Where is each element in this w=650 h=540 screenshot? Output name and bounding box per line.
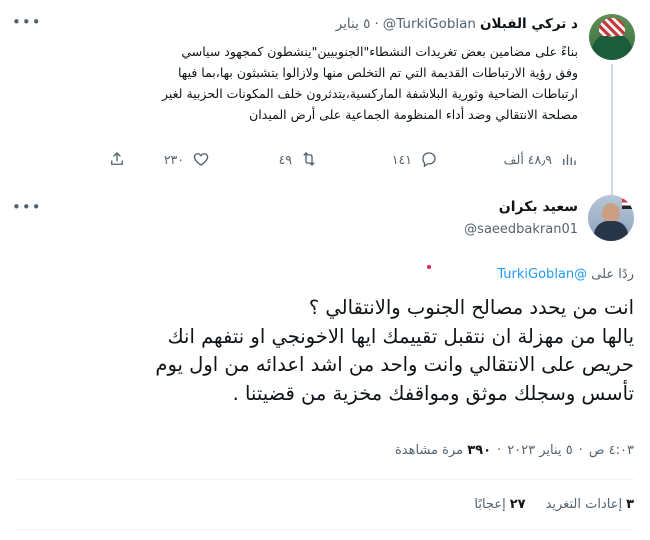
parent-text-line: مصلحة الانتقالي وضد أداء المنظومة الجماع… [249, 107, 578, 122]
parent-avatar[interactable] [589, 14, 635, 60]
focus-text-line: تأسس وسجلك موثق ومواقفك مخزية من قضيتنا … [232, 381, 634, 405]
reply-icon [422, 152, 436, 168]
decorative-dot [427, 265, 431, 269]
separator-dot: · [374, 16, 379, 32]
reply-action[interactable]: ١٤١ [392, 148, 438, 170]
tweet-date[interactable]: ٥ يناير ٢٠٢٣ [507, 443, 572, 458]
focus-text-line: يالها من مهزلة ان نتقبل تقييمك ايها الاخ… [167, 324, 634, 348]
share-action[interactable] [108, 148, 126, 170]
tweet-views-count: ٣٩٠ [467, 443, 492, 458]
likes-stat-label: إعجابًا [474, 497, 506, 512]
retweets-stat-count: ٣ [626, 497, 634, 512]
replying-to: ردًا على @TurkiGoblan [497, 267, 634, 282]
engagement-stats: ٣إعادات التغريد ٢٧إعجابًا [474, 497, 634, 512]
separator-dot: · [578, 443, 583, 458]
thread-line [611, 64, 613, 200]
likes-stat-count: ٢٧ [509, 497, 526, 512]
tweet-time[interactable]: ٤:٠٣ ص [589, 443, 634, 458]
focus-text-line: حريص على الانتقالي وانت واحد من اشد اعدا… [155, 353, 634, 376]
views-count: ٤٨٫٩ ألف [503, 151, 552, 167]
parent-text-line: بناءً على مضامين بعض تغريدات النشطاء"الج… [181, 44, 578, 59]
retweet-count: ٤٩ [278, 151, 292, 167]
likes-stat[interactable]: ٢٧إعجابًا [474, 497, 525, 512]
views-action[interactable]: ٤٨٫٩ ألف [504, 148, 578, 170]
parent-text-line: وفق رؤية الارتباطات القديمة التي تم التخ… [178, 65, 578, 80]
separator-dot: · [497, 443, 502, 458]
parent-action-bar: ٤٨٫٩ ألف ١٤١ ٤٩ ٢٣٠ [108, 148, 578, 170]
reply-count: ١٤١ [391, 151, 412, 167]
divider [16, 479, 634, 480]
views-chart-icon [563, 154, 576, 165]
tweet-meta: ٤:٠٣ ص · ٥ يناير ٢٠٢٣ · ٣٩٠ مرة مشاهدة [395, 443, 634, 458]
parent-tweet[interactable]: د تركي الفبلان @TurkiGoblan · ٥ يناير ••… [0, 0, 650, 200]
retweets-stat-label: إعادات التغريد [545, 497, 623, 512]
focus-author-name[interactable]: سعيد بكران [499, 199, 578, 215]
retweet-icon [303, 152, 315, 166]
heart-icon [193, 153, 209, 166]
share-icon [111, 152, 123, 165]
focus-author-handle[interactable]: @saeedbakran01 [464, 222, 578, 237]
reply-mention-link[interactable]: @TurkiGoblan [497, 267, 587, 282]
retweets-stat[interactable]: ٣إعادات التغريد [546, 497, 634, 512]
retweet-action[interactable]: ٤٩ [279, 148, 318, 170]
like-count: ٢٣٠ [163, 151, 184, 167]
parent-text-line: ارتباطات الضاحية وثورية البلاشفة الماركس… [161, 86, 578, 101]
focus-tweet-text: انت من يحدد مصالح الجنوب والانتقالي ؟ يا… [74, 294, 634, 408]
tweet-views-label: مرة مشاهدة [395, 443, 464, 458]
more-horizontal-icon[interactable]: ••• [12, 12, 41, 32]
focus-text-line: انت من يحدد مصالح الجنوب والانتقالي ؟ [308, 296, 634, 319]
reply-prefix: ردًا على [591, 267, 634, 282]
parent-tweet-date[interactable]: ٥ يناير [336, 16, 371, 32]
parent-author-name[interactable]: د تركي الفبلان [480, 16, 578, 32]
parent-author-handle[interactable]: @TurkiGoblan [383, 16, 476, 32]
focus-avatar[interactable] [588, 195, 634, 241]
divider [16, 529, 634, 530]
parent-tweet-text: بناءً على مضامين بعض تغريدات النشطاء"الج… [18, 41, 578, 125]
focused-tweet: سعيد بكران @saeedbakran01 ••• ردًا على @… [0, 185, 650, 540]
more-horizontal-icon[interactable]: ••• [12, 197, 41, 217]
parent-tweet-header: د تركي الفبلان @TurkiGoblan · ٥ يناير [336, 16, 578, 32]
like-action[interactable]: ٢٣٠ [164, 148, 210, 170]
